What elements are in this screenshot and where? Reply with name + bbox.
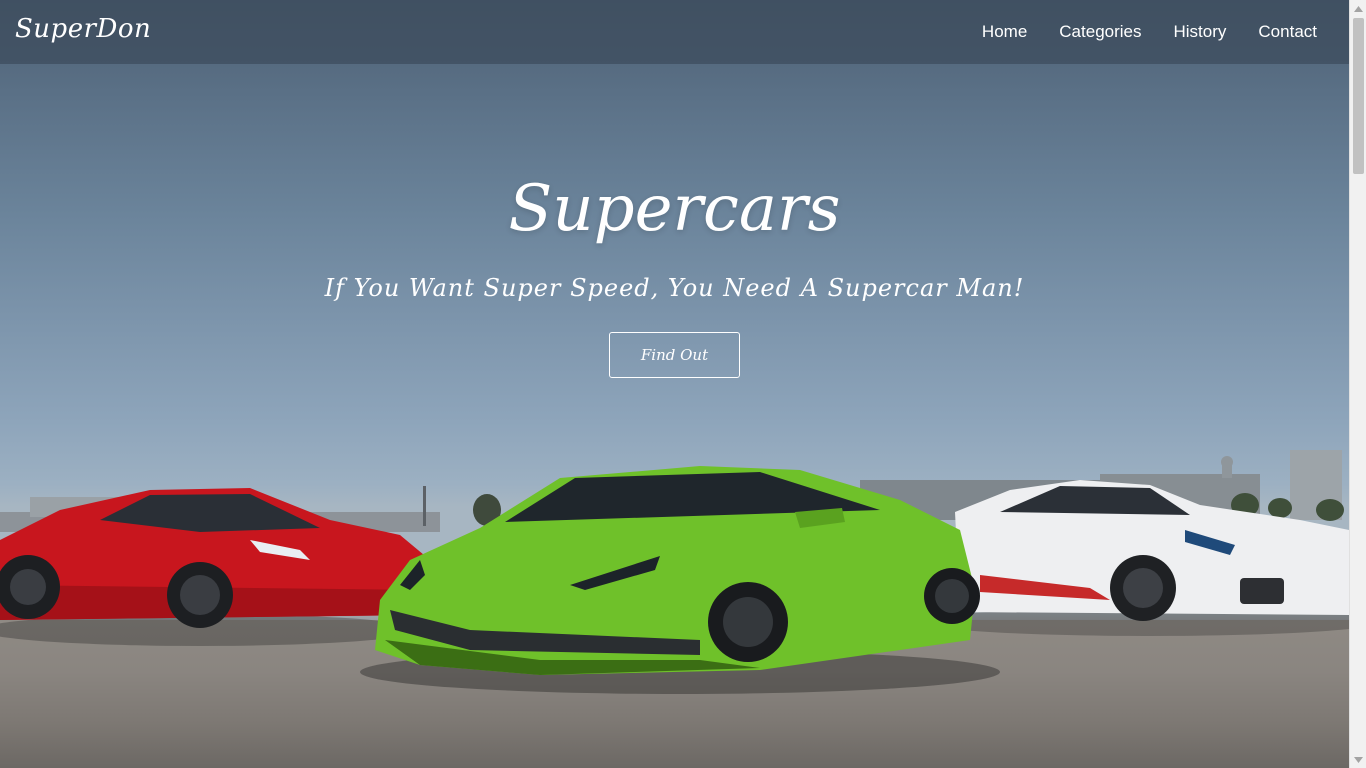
top-navbar: SuperDon Home Categories History Contact <box>0 0 1349 64</box>
green-car <box>375 466 980 675</box>
find-out-button[interactable]: Find Out <box>609 332 740 378</box>
nav-link-contact[interactable]: Contact <box>1258 22 1317 42</box>
nav-link-history[interactable]: History <box>1174 22 1227 42</box>
white-car <box>955 480 1349 621</box>
hero-title: Supercars <box>508 172 841 246</box>
supercars-photo <box>0 450 1349 694</box>
brand-logo[interactable]: SuperDon <box>15 14 151 44</box>
triangle-up-icon[interactable] <box>1350 0 1366 17</box>
scroll-thumb[interactable] <box>1353 18 1364 174</box>
page: SuperDon Home Categories History Contact… <box>0 0 1366 768</box>
hero-subtitle: If You Want Super Speed, You Need A Supe… <box>324 274 1025 302</box>
triangle-down-icon[interactable] <box>1350 751 1366 768</box>
nav-link-categories[interactable]: Categories <box>1059 22 1141 42</box>
red-car <box>0 488 430 628</box>
nav-link-home[interactable]: Home <box>982 22 1027 42</box>
nav-links: Home Categories History Contact <box>950 0 1317 64</box>
hero-background-image <box>0 0 1349 768</box>
vertical-scrollbar[interactable] <box>1349 0 1366 768</box>
